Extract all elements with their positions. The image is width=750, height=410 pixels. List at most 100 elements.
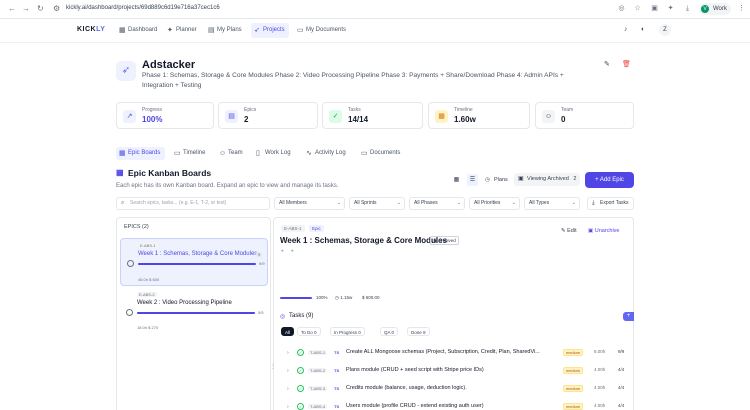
task-row[interactable]: › ✓ T-ABS-1 TS Create ALL Mongoose schem… [280,345,630,363]
tab-epic-boards[interactable]: ▦ Epic Boards [116,147,166,160]
forward-icon[interactable]: → [22,4,30,13]
resize-handle[interactable]: ⋮ [270,363,276,370]
types-filter[interactable]: All Types ⌄ [524,197,580,210]
chevron-right-icon[interactable]: › [287,404,289,410]
stat-team: ☺ Team 0 [535,102,634,129]
epic-progress-bar [138,263,256,265]
puzzle-icon[interactable]: ✦ [666,4,675,13]
chevron-down-icon: ⌄ [336,200,341,206]
list-view-icon[interactable]: ☰ [467,174,478,186]
pencil-icon: ✎ [561,228,566,234]
browser-toolbar: ← → ↻ ⚙ kickly.ai/dashboard/projects/69d… [0,0,750,19]
archived-badge: ▣ Archived [430,236,459,245]
kanban-title: ▦ Epic Kanban Boards [116,168,212,178]
stat-epics: ▤ Epics 2 [218,102,318,129]
unarchive-button[interactable]: ▣ Unarchive [588,228,620,234]
trend-icon: ↗ [123,110,136,123]
tab-team[interactable]: ☺ Team [216,147,248,160]
chevron-right-icon[interactable]: › [287,386,289,392]
check-circle-icon[interactable]: ✓ [297,403,304,410]
pencil-icon[interactable]: ✎ [604,60,610,68]
add-epic-button[interactable]: + Add Epic [585,172,634,188]
tab-timeline[interactable]: ▭ Timeline [171,147,210,160]
task-filter-done[interactable]: Done 9 [407,327,430,336]
tab-activity-log[interactable]: ∿ Activity Log [303,147,351,160]
check-circle-icon[interactable]: ✓ [297,367,304,374]
epic-progress-fill [138,263,256,265]
chevron-right-icon[interactable]: › [287,350,289,356]
priorities-filter[interactable]: All Priorities ⌄ [469,197,520,210]
chevron-right-icon[interactable]: › [287,368,289,374]
epic-card[interactable]: E-ABS-2 Week 2 : Video Processing Pipeli… [120,290,268,338]
epic-meta: 46.0h $ 600 [138,277,160,282]
add-task-button[interactable]: + [623,312,634,321]
members-filter[interactable]: All Members ⌄ [274,197,345,210]
tasks-icon: ◎ [280,314,286,320]
epic-code: E-ABS-1 [281,225,305,232]
archived-count: 2 [573,176,577,182]
grid-view-icon[interactable]: ▦ [451,174,462,186]
nav-my-documents[interactable]: ▭ My Documents [294,23,350,38]
search-input[interactable]: ⌕ Search epics, tasks... (e.g. E-1, T-2, … [116,197,270,210]
edit-epic-button[interactable]: ✎ Edit [561,228,577,234]
download-icon[interactable]: ⤓ [683,4,692,13]
tasks-heading: ◎ Tasks (9) [280,313,314,320]
users-icon: ☺ [542,110,555,123]
task-row[interactable]: › ✓ T-ABS-4 TS Users module (profile CRU… [280,399,630,410]
task-filter-qa[interactable]: QA 0 [380,327,399,336]
task-filter-todo[interactable]: To Do 0 [297,327,321,336]
bell-icon[interactable]: ♪ [624,26,628,33]
profile-label: Work [713,6,727,12]
nav-planner[interactable]: ✦ Planner [164,23,201,38]
project-description: Phase 1: Schemas, Storage & Core Modules… [142,72,564,89]
clock-icon: ◷ [485,177,490,183]
document-icon: ▭ [297,27,304,34]
profile-button[interactable]: V Work [699,3,731,15]
export-tasks-button[interactable]: ⤓ Export Tasks [587,197,634,210]
activity-icon: ∿ [306,150,312,157]
reload-icon[interactable]: ↻ [37,4,44,13]
check-circle-icon: ✓ [329,110,342,123]
viewing-archived-button[interactable]: ▣ Viewing Archived 2 [514,173,581,186]
sparkle-icon: ✦ [167,27,173,34]
check-circle-icon[interactable]: ✓ [297,349,304,356]
epic-title: Week 1 : Schemas, Storage & Core Modules [280,236,448,245]
meta-dot-icon: ● [281,248,284,253]
plans-button[interactable]: ◷ Plans [485,174,508,186]
task-row[interactable]: › ✓ T-ABS-2 TS Plans module (CRUD + seed… [280,363,630,381]
extension-icon[interactable]: ▣ [650,4,659,13]
check-circle-icon[interactable]: ✓ [297,385,304,392]
lens-icon[interactable]: ◎ [617,4,626,13]
back-icon[interactable]: ← [8,4,16,13]
address-bar[interactable]: kickly.ai/dashboard/projects/69d889c6d19… [66,5,220,11]
task-row[interactable]: › ✓ T-ABS-3 TS Credits module (balance, … [280,381,630,399]
phases-filter[interactable]: All Phases ⌄ [409,197,465,210]
tab-work-log[interactable]: ▯ Work Log [253,147,296,160]
calendar-icon: ▦ [435,110,448,123]
app-logo[interactable]: KICKLY [77,26,105,33]
epic-select-radio[interactable] [127,260,134,267]
user-avatar[interactable]: Z [659,24,671,36]
chevron-down-icon: ⌄ [456,200,461,206]
tab-documents[interactable]: ▭ Documents [358,147,405,160]
trash-icon[interactable]: 🗑 [622,60,631,68]
nav-projects[interactable]: ➶ Projects [251,23,289,38]
epics-heading: EPICS (2) [124,224,149,230]
epic-card[interactable]: E-ABS-1 Week 1 : Schemas, Storage & Core… [120,238,268,286]
epic-progress-bar [137,312,255,314]
task-filter-in-progress[interactable]: In Progress 0 [330,327,365,336]
chevron-down-icon: ⌄ [511,200,516,206]
bookmark-icon[interactable]: ☆ [633,4,642,13]
task-filter-all[interactable]: All [281,327,295,336]
app-navbar [0,19,750,43]
epic-progress-bar [280,297,312,299]
epic-select-radio[interactable] [126,309,133,316]
palette-icon[interactable]: ◐ [641,26,645,33]
nav-my-plans[interactable]: ▤ My Plans [205,23,246,38]
kanban-subtitle: Each epic has its own Kanban board. Expa… [116,183,339,189]
rocket-icon: ➶ [254,27,260,34]
site-info-icon[interactable]: ⚙ [53,4,60,13]
menu-dots-icon[interactable]: ⋮ [737,4,746,13]
nav-dashboard[interactable]: ▦ Dashboard [116,23,161,38]
sprints-filter[interactable]: All Sprints ⌄ [349,197,405,210]
